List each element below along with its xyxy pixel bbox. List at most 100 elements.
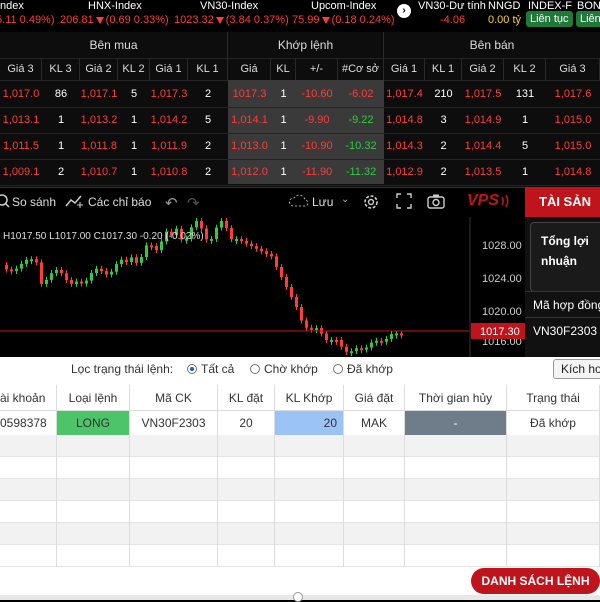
candlestick-chart[interactable]: H1017.50 L1017.00 C1017.30 -0.20 (-0.02%… [0,217,525,357]
order-book-cell: 2 [440,166,447,178]
order-book-cell[interactable]: 1,017.1 [80,82,118,106]
column-header: Giá 1 [150,58,188,80]
order-book-cell[interactable]: 1,011.5 [0,134,42,158]
order-book-cell: -11.32 [345,166,377,178]
column-header: Giá 3 [546,58,600,80]
camera-icon[interactable] [427,193,445,212]
pnl-card[interactable]: Tổng lợi nhuận [530,222,600,292]
order-cell-type[interactable]: LONG [57,411,130,435]
column-header: KL 1 [188,58,228,80]
radio-checked-icon[interactable] [187,364,197,374]
orders-column-header[interactable]: KL đặt [218,385,275,411]
order-book-cell[interactable]: 1,017.3 [150,82,188,106]
arrow-down-icon [321,17,330,24]
undo-icon[interactable]: ↶ [165,194,178,212]
empty-table-row [0,523,600,545]
order-book-cell[interactable]: 1,013.1 [0,108,42,132]
order-book-cell[interactable]: 1,017.4 [384,82,425,106]
order-cell-account[interactable]: 0598378 [0,411,57,435]
indicators-button[interactable]: Các chỉ báo [88,195,151,209]
order-book-cell[interactable]: 1,011.9 [150,134,188,158]
order-book-cell[interactable]: 1,014.2 [150,108,188,132]
order-cell-status[interactable]: Đã khớp [507,411,600,435]
ohlc-readout: H1017.50 L1017.00 C1017.30 -0.20 (-0.02%… [3,231,204,242]
radio-icon[interactable] [250,364,260,374]
activate-button[interactable]: Kích ho [553,359,600,379]
index-name: VN30-Index [200,0,259,12]
empty-table-row [0,545,600,567]
order-cell-price[interactable]: MAK [344,411,405,435]
order-cell-matched[interactable]: 20 [275,411,344,435]
bond-status-pill[interactable]: Liên [576,11,600,27]
indicators-icon [65,193,85,212]
horizontal-scrollbar[interactable] [0,592,600,602]
order-book-cell[interactable]: 1,010.8 [150,160,188,184]
column-header: Giá 2 [462,58,504,80]
order-cell-symbol[interactable]: VN30F2303 [130,411,218,435]
orders-column-header[interactable]: KL Khớp [275,385,344,411]
nngd-value: 0.00 tỷ [488,14,522,26]
filter-all-option[interactable]: Tất cả [187,362,234,376]
order-book-cell: 1 [521,166,529,178]
orders-column-header[interactable]: Loại lệnh [57,385,130,411]
order-book-cell[interactable]: 1,014.3 [384,134,425,158]
order-book-cell[interactable]: 1,014.4 [462,134,504,158]
orders-column-header[interactable]: Mã CK [130,385,218,411]
order-book-cell[interactable]: 1,013.2 [80,108,118,132]
order-book-cell[interactable]: 1,014.8 [546,160,600,184]
save-button[interactable]: Lưu [312,195,333,209]
empty-table-row [0,435,600,457]
radio-icon[interactable] [333,364,343,374]
orders-column-header[interactable]: Giá đặt [344,385,405,411]
redo-icon[interactable]: ↷ [187,194,200,212]
filter-matched-option[interactable]: Đã khớp [333,362,393,376]
tab-assets[interactable]: TÀI SẢN [525,187,600,217]
order-cell-cancel-time[interactable]: - [405,411,507,435]
orders-table-header: ài khoản Loại lệnh Mã CK KL đặt KL Khớp Giá đ… [0,385,600,411]
order-book-cell[interactable]: 1,015.0 [546,134,600,158]
order-book-cell[interactable]: 1,009.1 [0,160,42,184]
chevron-down-icon[interactable]: ⌄ [341,194,349,205]
empty-table-row [0,457,600,479]
forecast-label: VN30-Dự tính [418,0,486,12]
compare-button[interactable]: So sánh [12,195,56,209]
order-book-cell[interactable]: 1,010.7 [80,160,118,184]
order-book-cell: -9.90 [304,114,330,126]
price-chart[interactable]: H1017.50 L1017.00 C1017.30 -0.20 (-0.02%… [0,217,525,357]
order-book-cell[interactable]: 1,014.8 [384,108,425,132]
next-arrow-icon[interactable]: › [397,4,411,18]
session-status-pill[interactable]: Liên tục [526,11,573,27]
wave-icon [500,193,514,212]
order-book-cell[interactable]: 1,017.5 [462,82,504,106]
pnl-label: Tổng lợi [541,234,589,248]
order-cell-qty[interactable]: 20 [218,411,275,435]
fullscreen-icon[interactable] [396,193,412,212]
chart-toolbar: So sánh Các chỉ báo ↶ ↷ Lưu ⌄ VPS [0,187,525,217]
order-book-cell[interactable]: 1,011.8 [80,134,118,158]
order-book-cell[interactable]: 1,015.0 [546,108,600,132]
order-book-cell[interactable]: 1,017.0 [0,82,42,106]
match-header: Khớp lệnh [228,32,384,58]
settings-icon[interactable] [362,193,380,214]
assets-panel: Tổng lợi nhuận Mã hợp đồng VN30F2303 [525,217,600,357]
orders-column-header[interactable]: Trạng thái [507,385,600,411]
arrow-down-icon [215,17,224,24]
order-book-cell: -11.90 [301,166,333,178]
order-book-cell: 1 [57,114,65,126]
order-book-cell: 210 [434,88,453,100]
order-book-cell[interactable]: 1,014.9 [462,108,504,132]
filter-pending-option[interactable]: Chờ khớp [250,362,318,376]
orders-column-header[interactable]: Thời gian hủy [405,385,507,411]
order-book-cell: 1,014.1 [231,114,268,126]
empty-table-row [0,501,600,523]
order-panel: Lọc trạng thái lệnh: Tất cả Chờ khớp Đã … [0,357,600,602]
order-list-button[interactable]: DANH SÁCH LỆNH [471,568,600,594]
order-book-cell[interactable]: 1,013.5 [462,160,504,184]
order-book-cell[interactable]: 1,017.6 [546,82,600,106]
nngd-label: NNGD [488,0,521,12]
order-book-cell: 5 [130,88,138,100]
column-header: KL [271,58,296,80]
order-book-cell[interactable]: 1,012.9 [384,160,425,184]
orders-column-header[interactable]: ài khoản [0,385,57,411]
scroll-thumb[interactable] [293,592,303,602]
